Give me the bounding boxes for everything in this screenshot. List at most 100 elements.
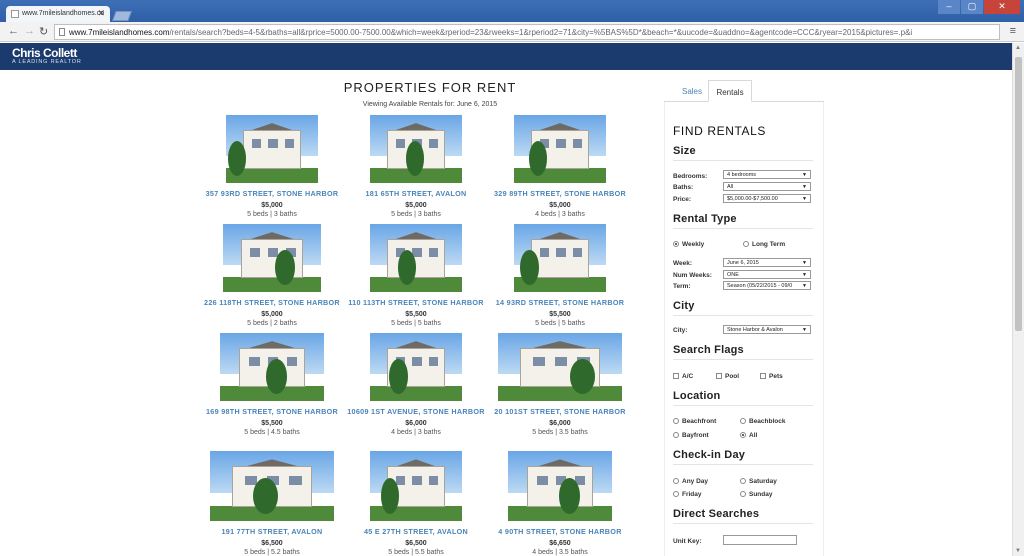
page-scrollbar[interactable]: ▲ ▼: [1012, 43, 1024, 556]
close-tab-icon[interactable]: ✕: [97, 8, 105, 19]
property-title[interactable]: 191 77TH STREET, AVALON: [200, 527, 344, 536]
property-photo[interactable]: [220, 333, 324, 401]
sunday-radio-indicator[interactable]: [740, 491, 746, 497]
property-card[interactable]: 4 90TH STREET, STONE HARBOR $6,650 4 beds …: [488, 451, 632, 556]
property-photo[interactable]: [210, 451, 334, 521]
find-rentals-panel: FIND RENTALS Size Bedrooms: 4 bedrooms B…: [664, 102, 824, 556]
ac-checkbox-box[interactable]: [673, 373, 679, 379]
property-title[interactable]: 20 101ST STREET, STONE HARBOR: [488, 407, 632, 416]
forward-arrow-icon[interactable]: →: [24, 25, 35, 37]
browser-tab[interactable]: www.7mileislandhomes.co ✕: [6, 6, 110, 22]
minimize-icon[interactable]: –: [938, 0, 960, 14]
beachblock-radio[interactable]: Beachblock: [740, 418, 786, 425]
property-photo[interactable]: [370, 333, 462, 401]
photo-window: [284, 139, 295, 148]
property-title[interactable]: 169 98TH STREET, STONE HARBOR: [200, 407, 344, 416]
photo-window: [395, 476, 405, 485]
property-title[interactable]: 4 90TH STREET, STONE HARBOR: [488, 527, 632, 536]
num-weeks-select[interactable]: ONE: [723, 270, 811, 279]
property-title[interactable]: 14 93RD STREET, STONE HARBOR: [488, 298, 632, 307]
reload-icon[interactable]: ↻: [39, 25, 48, 38]
week-select[interactable]: June 6, 2015: [723, 258, 811, 267]
saturday-radio-indicator[interactable]: [740, 478, 746, 484]
property-card[interactable]: 191 77TH STREET, AVALON $6,500 5 beds | 5.…: [200, 451, 344, 556]
saturday-radio[interactable]: Saturday: [740, 478, 777, 485]
sunday-radio[interactable]: Sunday: [740, 491, 772, 498]
back-arrow-icon[interactable]: ←: [8, 25, 19, 37]
property-card[interactable]: 357 93RD STREET, STONE HARBOR $5,000 5 bed…: [200, 115, 344, 218]
property-photo[interactable]: [508, 451, 612, 521]
weekly-radio-indicator[interactable]: [673, 241, 679, 247]
sunday-label: Sunday: [749, 491, 773, 498]
scroll-down-icon[interactable]: ▼: [1015, 548, 1021, 554]
url-path: /rentals/search?beds=4-5&rbaths=all&rpri…: [169, 28, 913, 37]
bedrooms-select[interactable]: 4 bedrooms: [723, 170, 811, 179]
property-title[interactable]: 329 89TH STREET, STONE HARBOR: [488, 189, 632, 198]
pets-checkbox-box[interactable]: [760, 373, 766, 379]
property-photo[interactable]: [514, 115, 606, 183]
property-card[interactable]: 181 65TH STREET, AVALON $5,000 5 beds | 3 …: [344, 115, 488, 218]
property-price: $5,000: [405, 202, 427, 209]
property-title[interactable]: 181 65TH STREET, AVALON: [344, 189, 488, 198]
property-card[interactable]: 45 E 27TH STREET, AVALON $6,500 5 beds | 5…: [344, 451, 488, 556]
property-card[interactable]: 169 98TH STREET, STONE HARBOR $5,500 5 bed…: [200, 333, 344, 436]
property-photo[interactable]: [498, 333, 622, 401]
price-select[interactable]: $5,000.00-$7,500.00: [723, 194, 811, 203]
baths-select[interactable]: All: [723, 182, 811, 191]
photo-lawn: [370, 277, 462, 292]
scrollbar-thumb[interactable]: [1015, 57, 1022, 331]
scroll-up-icon[interactable]: ▲: [1015, 45, 1021, 51]
photo-tree: [520, 249, 539, 286]
property-photo[interactable]: [370, 224, 462, 292]
beachfront-radio-indicator[interactable]: [673, 418, 679, 424]
beachfront-radio[interactable]: Beachfront: [673, 418, 716, 425]
friday-radio-indicator[interactable]: [673, 491, 679, 497]
term-label: Term:: [673, 283, 691, 290]
pool-checkbox[interactable]: Pool: [716, 373, 739, 380]
photo-window: [250, 248, 261, 257]
long-term-radio-indicator[interactable]: [743, 241, 749, 247]
pool-checkbox-box[interactable]: [716, 373, 722, 379]
property-title[interactable]: 226 118TH STREET, STONE HARBOR: [200, 298, 344, 307]
property-card[interactable]: 226 118TH STREET, STONE HARBOR $5,000 5 be…: [200, 224, 344, 327]
property-photo[interactable]: [370, 115, 462, 183]
property-photo[interactable]: [514, 224, 606, 292]
maximize-icon[interactable]: ▢: [961, 0, 983, 14]
bayfront-radio[interactable]: Bayfront: [673, 432, 709, 439]
beachblock-radio-indicator[interactable]: [740, 418, 746, 424]
property-photo[interactable]: [226, 115, 318, 183]
property-price: $6,000: [549, 420, 571, 427]
new-tab-button[interactable]: [112, 11, 132, 21]
address-bar[interactable]: www.7mileislandhomes.com/rentals/search?…: [54, 24, 1000, 40]
any-day-radio[interactable]: Any Day: [673, 478, 708, 485]
property-card[interactable]: 329 89TH STREET, STONE HARBOR $5,000 4 bed…: [488, 115, 632, 218]
all-location-radio[interactable]: All: [740, 432, 757, 439]
photo-lawn: [508, 505, 612, 521]
unit-key-input[interactable]: [723, 535, 797, 545]
property-title[interactable]: 357 93RD STREET, STONE HARBOR: [200, 189, 344, 198]
ac-checkbox[interactable]: A/C: [673, 373, 693, 380]
property-photo[interactable]: [370, 451, 462, 521]
site-logo[interactable]: Chris Collett: [12, 46, 77, 60]
long-term-radio[interactable]: Long Term: [743, 241, 785, 248]
property-card[interactable]: 14 93RD STREET, STONE HARBOR $5,500 5 beds…: [488, 224, 632, 327]
property-card[interactable]: 10609 1ST AVENUE, STONE HARBOR $6,000 4 be…: [344, 333, 488, 436]
city-select[interactable]: Stone Harbor & Avalon: [723, 325, 811, 334]
tab-rentals[interactable]: Rentals: [708, 80, 752, 102]
close-window-icon[interactable]: ✕: [984, 0, 1020, 14]
weekly-radio[interactable]: Weekly: [673, 241, 704, 248]
property-photo[interactable]: [223, 224, 321, 292]
property-title[interactable]: 10609 1ST AVENUE, STONE HARBOR: [344, 407, 488, 416]
pets-checkbox[interactable]: Pets: [760, 373, 783, 380]
browser-menu-icon[interactable]: ≡: [1010, 25, 1016, 37]
property-card[interactable]: 110 113TH STREET, STONE HARBOR $5,500 5 be…: [344, 224, 488, 327]
property-beds-baths: 5 beds | 3.5 baths: [532, 429, 588, 436]
term-select[interactable]: Season (05/22/2015 - 09/0: [723, 281, 811, 290]
bayfront-radio-indicator[interactable]: [673, 432, 679, 438]
property-card[interactable]: 20 101ST STREET, STONE HARBOR $6,000 5 bed…: [488, 333, 632, 436]
friday-radio[interactable]: Friday: [673, 491, 702, 498]
all-location-radio-indicator[interactable]: [740, 432, 746, 438]
property-title[interactable]: 110 113TH STREET, STONE HARBOR: [344, 298, 488, 307]
property-title[interactable]: 45 E 27TH STREET, AVALON: [344, 527, 488, 536]
any-day-radio-indicator[interactable]: [673, 478, 679, 484]
